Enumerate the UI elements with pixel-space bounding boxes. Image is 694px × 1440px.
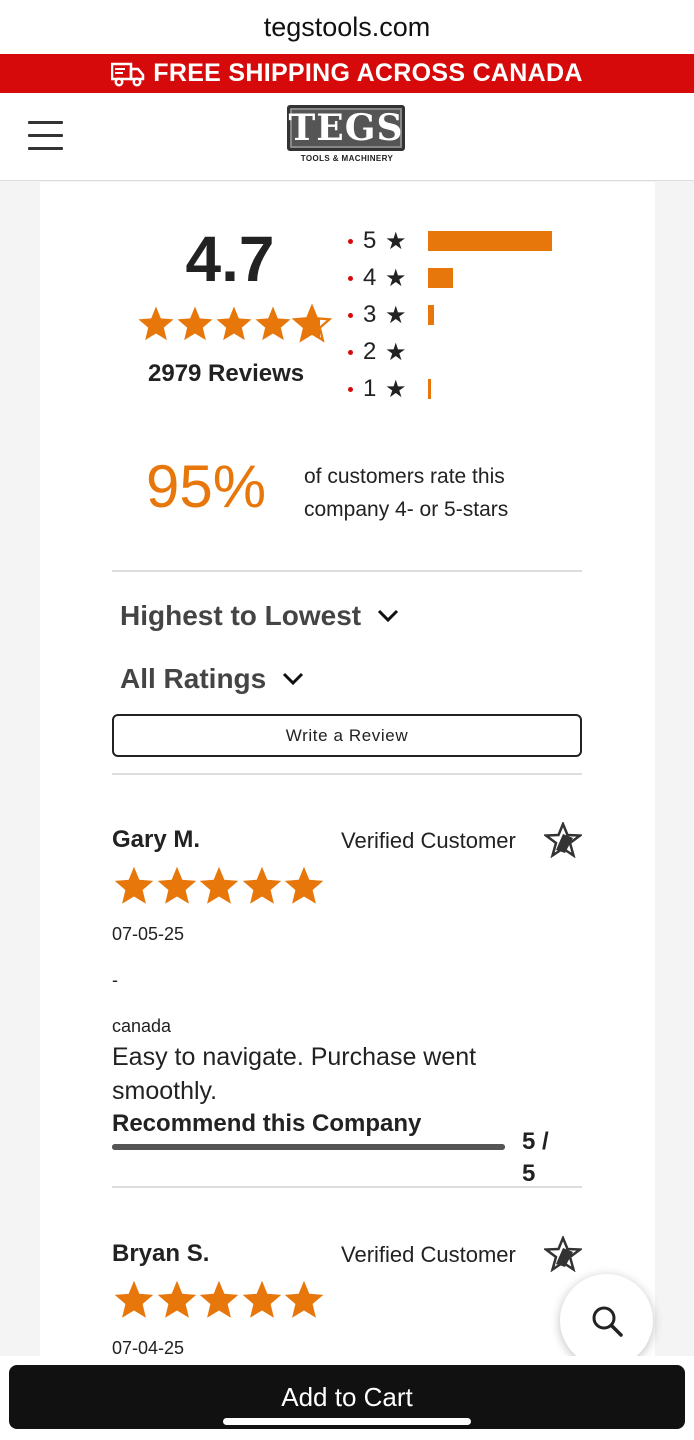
distribution-row[interactable]: 5 ★ (348, 226, 568, 256)
verified-star-badge-icon (544, 1236, 582, 1272)
star-icon (114, 866, 154, 904)
sort-label: Highest to Lowest (120, 600, 362, 631)
divider (112, 570, 582, 572)
reviewer-name: Bryan S. (112, 1240, 210, 1267)
review-title: - (112, 970, 118, 990)
star-icon (157, 866, 196, 904)
star-level: 2 (363, 338, 377, 365)
bullet (348, 275, 353, 281)
bullet (348, 386, 353, 392)
star-level: 1 (363, 375, 377, 402)
star-glyph-icon: ★ (385, 338, 407, 366)
distribution-row[interactable]: 2 ★ (348, 337, 568, 367)
reviewer-name: Gary M. (112, 826, 201, 853)
browser-url-bar[interactable]: tegstools.com (0, 0, 694, 54)
star-icon (292, 304, 332, 343)
distribution-bar (428, 379, 431, 399)
search-button[interactable] (560, 1274, 653, 1367)
review-stars (112, 1278, 325, 1322)
bullet (348, 312, 353, 318)
star-icon (216, 306, 252, 341)
distribution-bar (428, 305, 434, 325)
verified-star-badge-icon (544, 822, 582, 858)
write-review-button[interactable]: Write a Review (112, 714, 582, 757)
sort-dropdown[interactable]: Highest to Lowest (120, 600, 399, 632)
promo-text: FREE SHIPPING ACROSS CANADA (153, 59, 583, 87)
star-icon (284, 866, 324, 904)
divider (112, 773, 582, 775)
percent-positive-text: of customers rate this company 4- or 5-s… (304, 465, 509, 521)
star-icon (177, 306, 213, 341)
verified-label: Verified Customer (341, 828, 516, 853)
distribution-row[interactable]: 4 ★ (348, 263, 568, 293)
star-icon (199, 866, 239, 904)
hamburger-menu-icon[interactable] (28, 121, 63, 153)
average-rating: 4.7 (185, 223, 275, 295)
review-item: Bryan S. Verified Customer 07-04-25 (112, 1236, 582, 1360)
distribution-bar (428, 268, 453, 288)
rating-filter-dropdown[interactable]: All Ratings (120, 663, 304, 695)
distribution-row[interactable]: 3 ★ (348, 300, 568, 330)
star-level: 5 (363, 227, 377, 254)
review-body: Easy to navigate. Purchase went smoothly… (112, 1043, 477, 1105)
site-logo[interactable]: TEGS TOOLS & MACHINERY (287, 105, 407, 169)
star-glyph-icon: ★ (385, 227, 407, 255)
average-stars (136, 304, 332, 344)
review-stars (112, 864, 325, 908)
truck-icon (111, 62, 145, 86)
distribution-row[interactable]: 1 ★ (348, 374, 568, 404)
search-icon (592, 1306, 623, 1337)
star-level: 3 (363, 301, 377, 328)
star-icon (138, 306, 174, 341)
star-icon (114, 1280, 154, 1318)
star-icon (242, 866, 281, 904)
review-item: Gary M. Verified Customer 07-05-25 - can… (112, 822, 582, 1187)
star-icon (199, 1280, 239, 1318)
star-icon (157, 1280, 196, 1318)
promo-banner: FREE SHIPPING ACROSS CANADA (0, 54, 694, 93)
cart-bar: Add to Cart (0, 1356, 694, 1440)
star-icon (284, 1280, 324, 1318)
recommend-label: Recommend this Company (112, 1110, 422, 1137)
logo-subtitle: TOOLS & MACHINERY (300, 154, 394, 163)
star-glyph-icon: ★ (385, 375, 407, 403)
review-location: canada (112, 1016, 172, 1036)
logo-wordmark: TEGS (287, 105, 405, 151)
home-indicator[interactable] (223, 1418, 471, 1425)
bullet (348, 349, 353, 355)
url-text: tegstools.com (263, 11, 431, 42)
bullet (348, 238, 353, 244)
star-icon (255, 306, 291, 341)
star-glyph-icon: ★ (385, 301, 407, 329)
recommend-score: 5 / 5 (522, 1128, 549, 1187)
star-level: 4 (363, 264, 377, 291)
percent-positive: 95% (146, 453, 267, 520)
verified-label: Verified Customer (341, 1242, 516, 1267)
chevron-down-icon (378, 609, 399, 623)
star-glyph-icon: ★ (385, 264, 407, 292)
star-icon (242, 1280, 281, 1318)
distribution-bar (428, 231, 553, 251)
reviews-count: 2979 Reviews (148, 360, 305, 387)
divider (112, 1186, 582, 1188)
recommend-bar-fill (112, 1144, 505, 1150)
chevron-down-icon (283, 672, 304, 686)
review-date: 07-05-25 (112, 924, 185, 944)
site-header: TEGS TOOLS & MACHINERY (0, 93, 694, 181)
recommend-bar (112, 1144, 505, 1150)
filter-label: All Ratings (120, 663, 267, 694)
